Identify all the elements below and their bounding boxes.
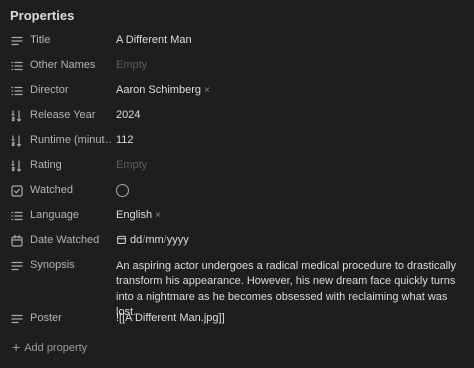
property-label[interactable]: Watched bbox=[30, 184, 112, 196]
date-day-segment[interactable]: dd bbox=[130, 234, 142, 246]
property-row-director: Director Aaron Schimberg × bbox=[0, 79, 474, 103]
property-label[interactable]: Poster bbox=[30, 312, 112, 324]
property-value-director[interactable]: Aaron Schimberg × bbox=[116, 84, 210, 96]
number-icon[interactable] bbox=[10, 159, 24, 173]
remove-language-icon[interactable]: × bbox=[155, 210, 161, 221]
property-row-release-year: Release Year 2024 bbox=[0, 104, 474, 128]
property-label[interactable]: Rating bbox=[30, 159, 112, 171]
property-row-runtime: Runtime (minut… 112 bbox=[0, 129, 474, 153]
property-label[interactable]: Runtime (minut… bbox=[30, 134, 112, 146]
property-label[interactable]: Title bbox=[30, 34, 112, 46]
property-label[interactable]: Synopsis bbox=[30, 259, 112, 271]
property-row-rating: Rating Empty bbox=[0, 154, 474, 178]
property-value-language[interactable]: English × bbox=[116, 209, 161, 221]
plus-icon: + bbox=[12, 339, 21, 355]
text-lines-icon[interactable] bbox=[10, 34, 24, 48]
add-property-label: Add property bbox=[24, 342, 88, 354]
properties-heading[interactable]: Properties bbox=[10, 8, 74, 23]
property-label[interactable]: Director bbox=[30, 84, 112, 96]
property-row-poster: Poster ![[A Different Man.jpg]] bbox=[0, 307, 474, 331]
property-value-rating[interactable]: Empty bbox=[116, 159, 147, 171]
property-row-other-names: Other Names Empty bbox=[0, 54, 474, 78]
property-row-watched: Watched bbox=[0, 179, 474, 203]
date-watched-input[interactable]: dd/mm/yyyy bbox=[116, 234, 189, 248]
property-row-synopsis: Synopsis An aspiring actor undergoes a r… bbox=[0, 254, 474, 318]
property-label[interactable]: Language bbox=[30, 209, 112, 221]
property-label[interactable]: Other Names bbox=[30, 59, 112, 71]
number-icon[interactable] bbox=[10, 109, 24, 123]
property-value-title[interactable]: A Different Man bbox=[116, 34, 192, 46]
text-lines-icon[interactable] bbox=[10, 312, 24, 326]
property-value-runtime[interactable]: 112 bbox=[116, 134, 134, 146]
list-icon[interactable] bbox=[10, 209, 24, 223]
property-row-language: Language English × bbox=[0, 204, 474, 228]
property-value-release-year[interactable]: 2024 bbox=[116, 109, 140, 121]
list-icon[interactable] bbox=[10, 59, 24, 73]
date-month-segment[interactable]: mm bbox=[145, 234, 163, 246]
add-property-button[interactable]: + Add property bbox=[12, 339, 87, 355]
property-row-title: Title A Different Man bbox=[0, 29, 474, 53]
property-label[interactable]: Date Watched bbox=[30, 234, 112, 246]
properties-panel: Properties Title A Different Man Other N… bbox=[0, 0, 474, 368]
date-year-segment[interactable]: yyyy bbox=[167, 234, 189, 246]
calendar-icon[interactable] bbox=[116, 234, 127, 248]
calendar-icon[interactable] bbox=[10, 234, 24, 248]
property-label[interactable]: Release Year bbox=[30, 109, 112, 121]
language-pill-text[interactable]: English bbox=[116, 209, 152, 221]
checkbox-icon[interactable] bbox=[10, 184, 24, 198]
number-icon[interactable] bbox=[10, 134, 24, 148]
watched-checkbox[interactable] bbox=[116, 184, 129, 197]
list-icon[interactable] bbox=[10, 84, 24, 98]
property-value-other-names[interactable]: Empty bbox=[116, 59, 147, 71]
remove-director-icon[interactable]: × bbox=[204, 85, 210, 96]
text-lines-icon[interactable] bbox=[10, 259, 24, 273]
property-row-date-watched: Date Watched dd/mm/yyyy bbox=[0, 229, 474, 253]
property-value-poster[interactable]: ![[A Different Man.jpg]] bbox=[116, 312, 225, 324]
director-pill-text[interactable]: Aaron Schimberg bbox=[116, 84, 201, 96]
